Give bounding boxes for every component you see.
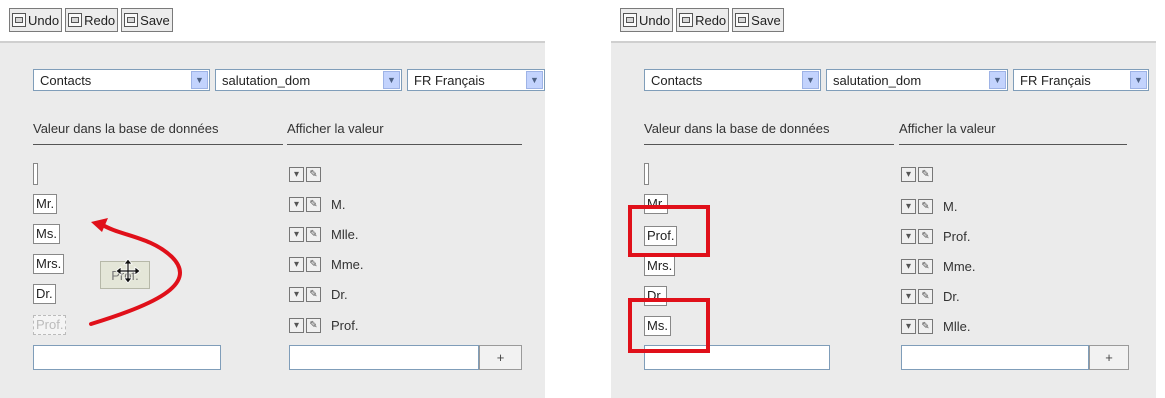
- module-select[interactable]: Contacts ▼: [644, 69, 821, 91]
- editor-panel-after: Undo Redo Save Contacts ▼ salutation_dom…: [611, 0, 1156, 398]
- delete-icon[interactable]: ▾: [901, 318, 916, 334]
- redo-icon: [679, 13, 694, 27]
- list-item[interactable]: [644, 163, 649, 185]
- display-value-header: Afficher la valeur: [899, 121, 996, 136]
- delete-icon[interactable]: ▾: [901, 288, 916, 304]
- chevron-down-icon[interactable]: ▼: [1130, 71, 1147, 89]
- display-row: ▾ ✎ M.: [901, 195, 957, 217]
- edit-icon[interactable]: ✎: [918, 228, 933, 244]
- db-value-box[interactable]: [644, 163, 649, 185]
- highlight-box: [628, 298, 710, 353]
- undo-button[interactable]: Undo: [620, 8, 674, 32]
- list-item[interactable]: Mrs.: [644, 255, 676, 277]
- db-value-header: Valeur dans la base de données: [644, 121, 830, 136]
- save-icon: [735, 13, 750, 27]
- undo-icon: [623, 13, 637, 27]
- redo-button[interactable]: Redo: [676, 8, 730, 32]
- highlight-box: [628, 205, 710, 257]
- drag-arrow-icon: [89, 218, 182, 326]
- display-row: ▾ ✎ Prof.: [901, 225, 970, 247]
- delete-icon[interactable]: ▾: [901, 228, 916, 244]
- chevron-down-icon[interactable]: ▼: [802, 71, 819, 89]
- edit-icon[interactable]: ✎: [918, 288, 933, 304]
- db-value-box[interactable]: Mrs.: [644, 256, 676, 276]
- display-row: ▾ ✎ Mme.: [901, 255, 976, 277]
- new-display-value-input[interactable]: [901, 345, 1089, 370]
- toolbar: Undo Redo Save: [620, 8, 784, 32]
- display-row: ▾ ✎: [901, 163, 943, 185]
- delete-icon[interactable]: ▾: [901, 198, 916, 214]
- field-select[interactable]: salutation_dom ▼: [826, 69, 1008, 91]
- edit-icon[interactable]: ✎: [918, 198, 933, 214]
- header-divider: [644, 144, 894, 145]
- save-button[interactable]: Save: [732, 8, 784, 32]
- display-row: ▾ ✎ Mlle.: [901, 315, 970, 337]
- delete-icon[interactable]: ▾: [901, 258, 916, 274]
- display-row: ▾ ✎ Dr.: [901, 285, 960, 307]
- language-select[interactable]: FR Français ▼: [1013, 69, 1149, 91]
- chevron-down-icon[interactable]: ▼: [989, 71, 1006, 89]
- edit-icon[interactable]: ✎: [918, 318, 933, 334]
- editor-panel-before: Undo Redo Save Contacts ▼ salutation_dom…: [0, 0, 545, 398]
- edit-icon[interactable]: ✎: [918, 166, 933, 182]
- edit-icon[interactable]: ✎: [918, 258, 933, 274]
- header-divider: [899, 144, 1127, 145]
- add-button[interactable]: +: [1089, 345, 1129, 370]
- delete-icon[interactable]: ▾: [901, 166, 916, 182]
